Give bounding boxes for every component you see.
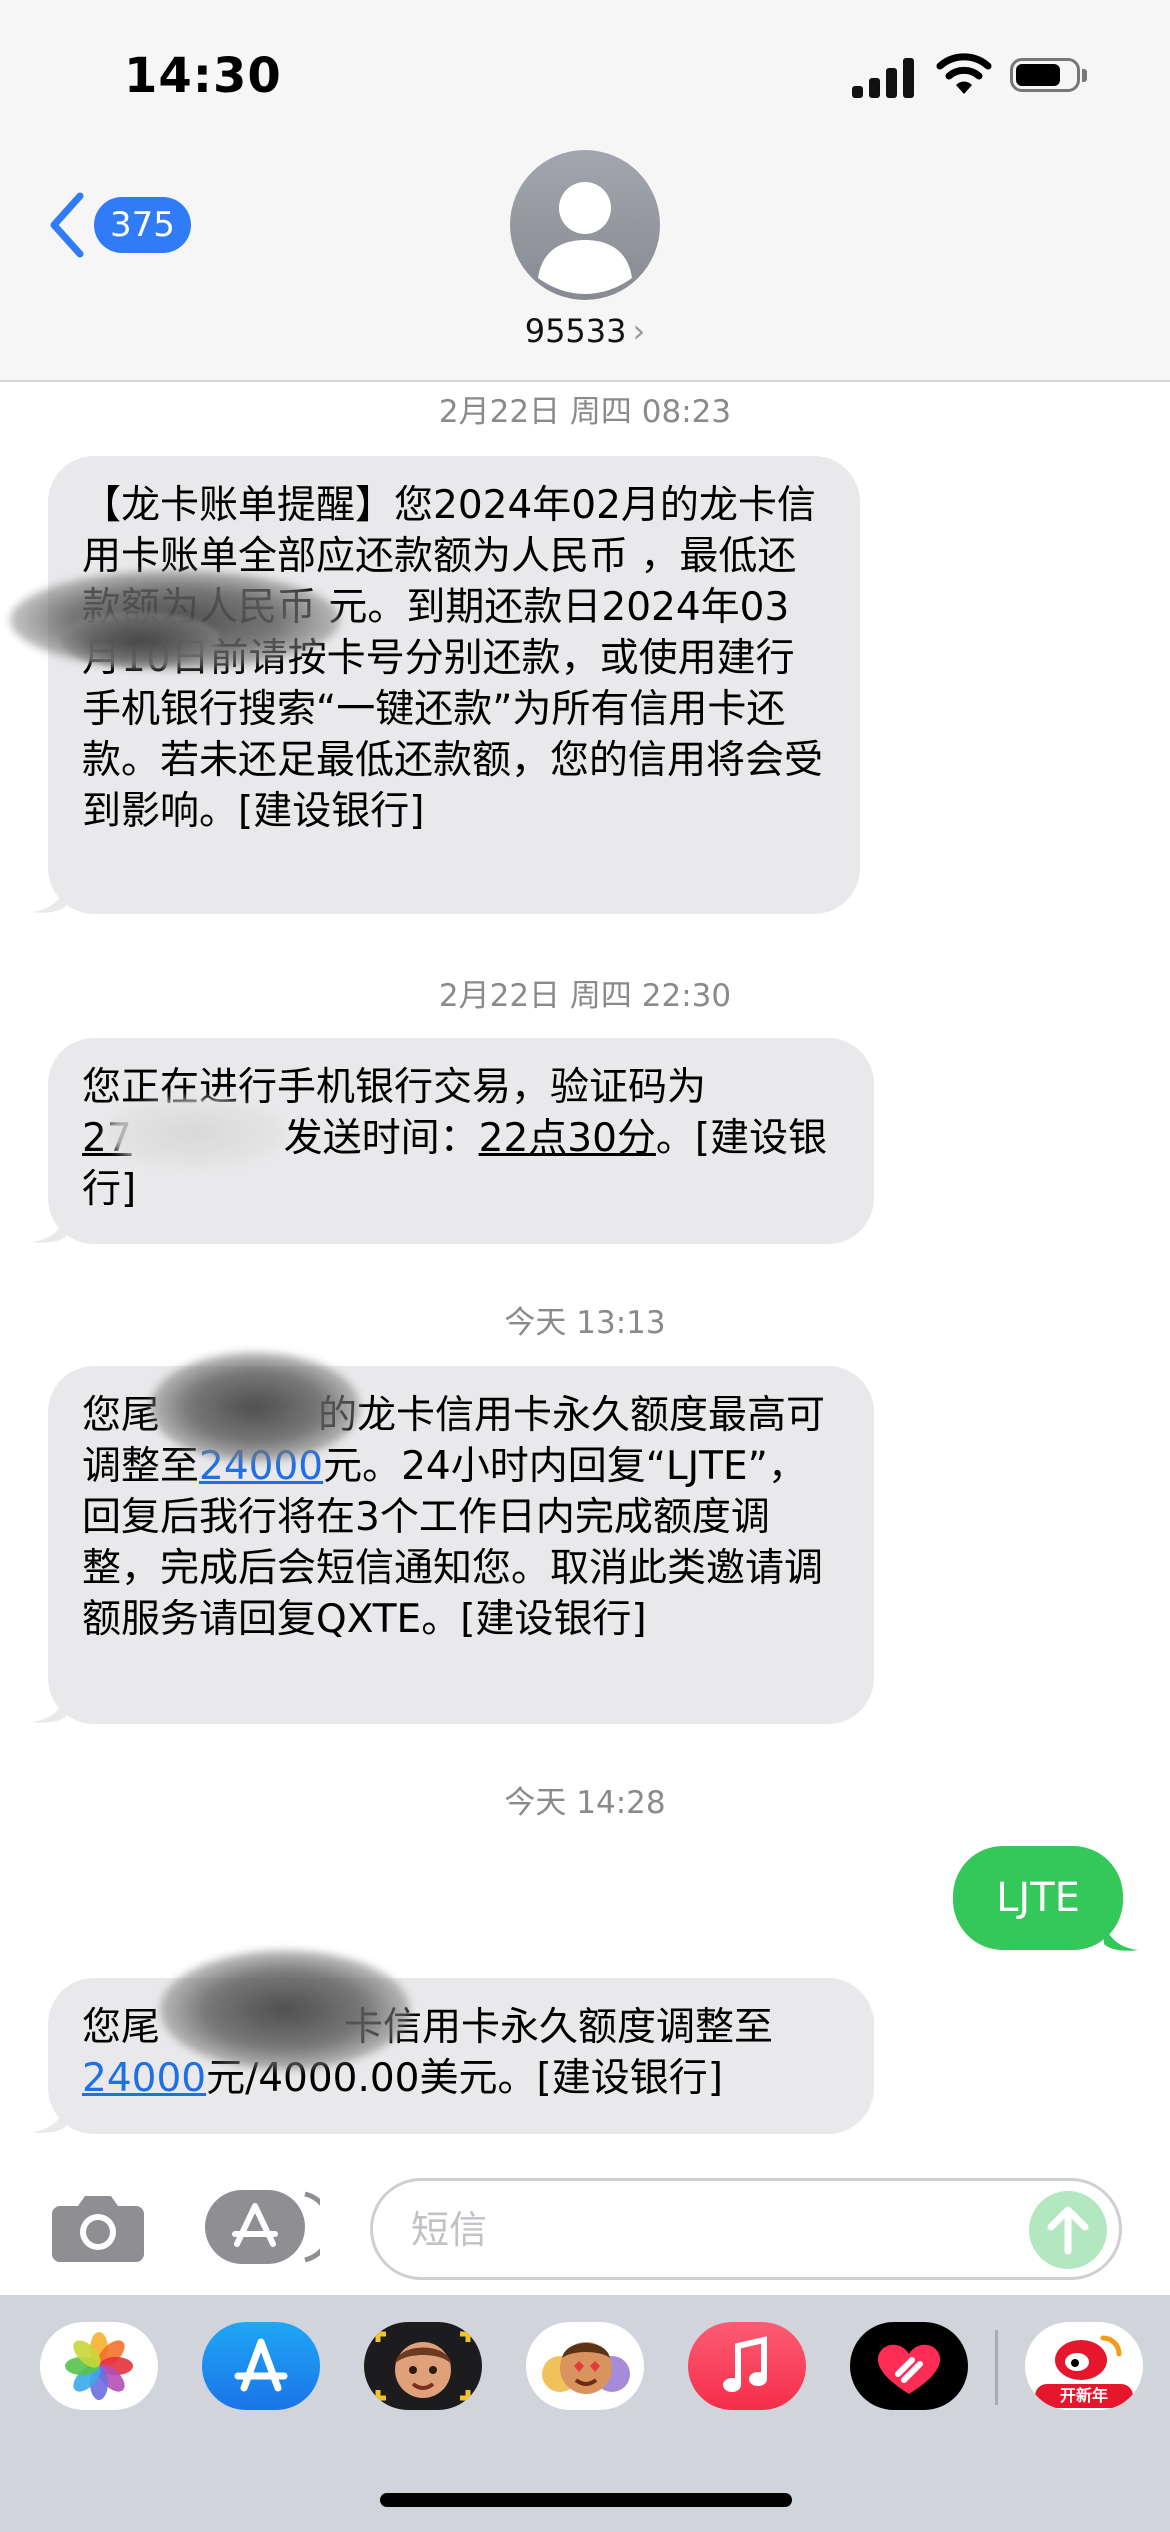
music-icon <box>723 2336 767 2392</box>
chevron-right-icon: › <box>632 312 646 350</box>
timestamp: 2月22日 周四 08:23 <box>438 394 732 430</box>
digital-touch-app-button[interactable] <box>850 2322 968 2410</box>
bubble-tail <box>32 1214 66 1243</box>
message-bubble-received[interactable]: 您尾 的龙卡信用卡永久额度最高可调整至24000元。24小时内回复“LJTE”，回… <box>48 1366 874 1724</box>
bubble-tail <box>32 2104 66 2133</box>
time-link[interactable]: 22点30分 <box>479 1116 656 1161</box>
camera-icon[interactable] <box>52 2192 144 2262</box>
message-text: 【龙卡账单提醒】您2024年02月的龙卡信用卡账单全部应还款额为人民币 ，最低还… <box>82 483 824 834</box>
message-bubble-received[interactable]: 您尾 卡信用卡永久额度调整至 24000元/4000.00美元。[建设银行] <box>48 1978 874 2134</box>
weibo-app-button[interactable]: 开新年 <box>1025 2322 1143 2410</box>
animoji-icon <box>542 2342 630 2394</box>
digital-touch-icon <box>877 2344 941 2394</box>
bubble-tail <box>1104 1922 1138 1951</box>
message-bubble-received[interactable]: 您正在进行手机银行交易，验证码为 27 发送时间：22点30分。[建设银行] <box>48 1038 874 1244</box>
timestamp: 今天 14:28 <box>504 1785 666 1821</box>
wifi-icon <box>936 53 992 94</box>
verification-code[interactable]: 27 <box>82 1116 132 1161</box>
message-bubble-sent[interactable]: LJTE <box>953 1846 1123 1950</box>
drawer-divider <box>995 2330 998 2405</box>
contact-name[interactable]: 95533 › <box>0 312 1170 350</box>
contact-avatar[interactable] <box>510 150 660 300</box>
message-bubble-received[interactable]: 【龙卡账单提醒】您2024年02月的龙卡信用卡账单全部应还款额为人民币 ，最低还… <box>48 456 860 914</box>
contact-number: 95533 <box>524 312 627 350</box>
battery-icon <box>1010 58 1088 96</box>
amount-link[interactable]: 24000 <box>199 1444 323 1489</box>
message-input[interactable] <box>409 2201 973 2259</box>
bubble-tail <box>32 1694 66 1723</box>
photos-icon <box>65 2332 133 2400</box>
timestamp: 2月22日 周四 22:30 <box>438 978 732 1014</box>
person-silhouette-icon <box>538 182 632 294</box>
status-bar: 14:30 <box>0 0 1170 150</box>
animoji-app-button[interactable] <box>526 2322 644 2410</box>
app-store-app-button[interactable] <box>202 2322 320 2410</box>
memoji-app-button[interactable] <box>364 2322 482 2410</box>
unread-count-badge: 375 <box>94 197 191 253</box>
amount-link[interactable]: 24000 <box>82 2056 206 2101</box>
status-time: 14:30 <box>124 48 282 104</box>
bubble-tail <box>32 884 66 913</box>
send-button[interactable] <box>1029 2191 1107 2269</box>
app-store-button-icon[interactable] <box>205 2190 320 2264</box>
imessage-app-drawer: 开新年 <box>0 2295 1170 2532</box>
app-store-icon <box>234 2338 288 2392</box>
cellular-signal-icon <box>852 56 914 98</box>
arrow-up-icon <box>1047 2206 1089 2255</box>
weibo-badge-text: 开新年 <box>1059 2386 1108 2405</box>
chevron-left-icon <box>50 192 84 258</box>
music-app-button[interactable] <box>688 2322 806 2410</box>
timestamp: 今天 13:13 <box>504 1305 666 1341</box>
compose-bar <box>0 2160 1170 2295</box>
message-input-field[interactable] <box>370 2178 1122 2280</box>
photos-app-button[interactable] <box>40 2322 158 2410</box>
conversation-header: 375 95533 › <box>0 150 1170 382</box>
memoji-icon <box>375 2331 471 2401</box>
home-indicator[interactable] <box>380 2493 792 2507</box>
back-button[interactable]: 375 <box>46 190 191 260</box>
